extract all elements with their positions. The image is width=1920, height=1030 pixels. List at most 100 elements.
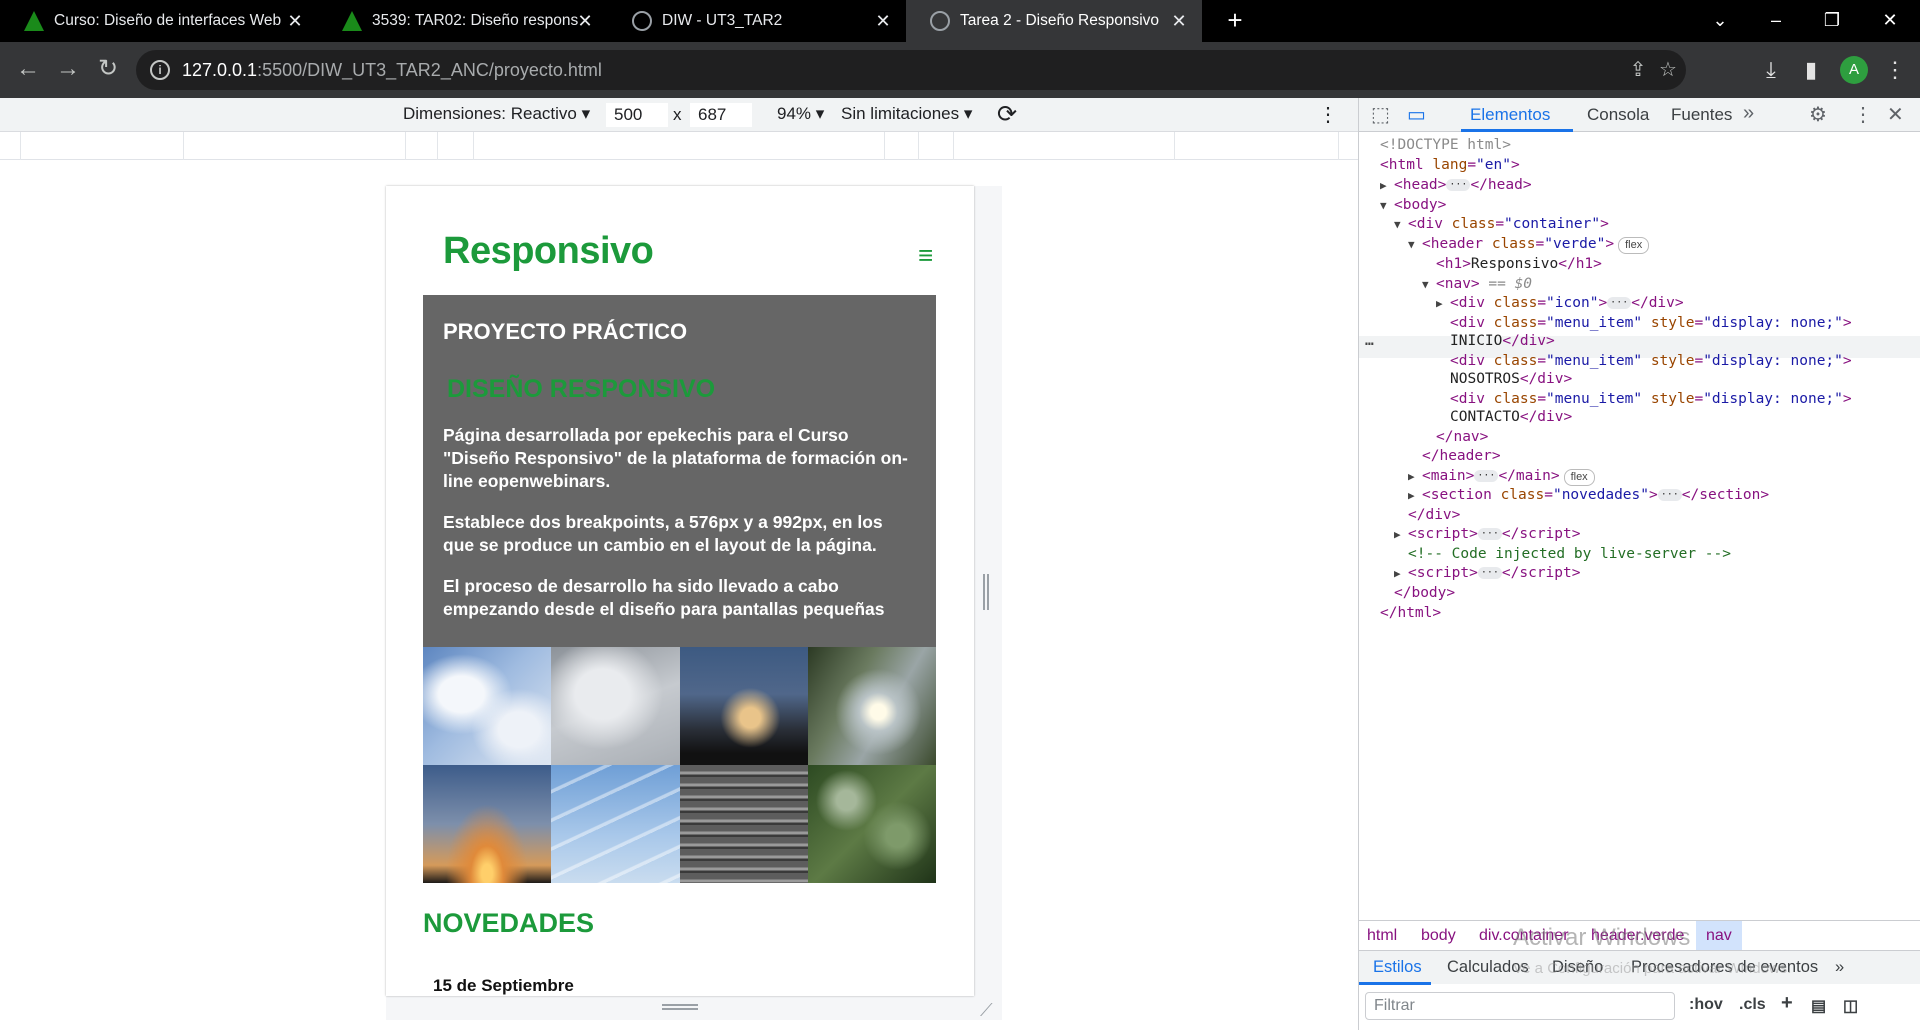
times-sign: x [673,105,682,124]
more-tabs-icon[interactable]: » [1835,958,1844,977]
inspect-icon[interactable]: ⬚ [1371,102,1390,127]
tab-search-icon[interactable]: ⌄ [1692,0,1748,42]
url-host: 127.0.0.1 [182,59,258,80]
tab-strip: Curso: Diseño de interfaces Web ✕ 3539: … [0,0,1920,42]
browser-tab[interactable]: Curso: Diseño de interfaces Web ✕ [0,0,318,42]
row-actions-icon[interactable]: ⋯ [1365,336,1373,352]
dom-node[interactable]: </body> [1394,582,1455,604]
dom-node[interactable]: </html> [1380,602,1441,624]
dom-node[interactable]: NOSOTROS</div> [1450,368,1572,390]
close-icon[interactable]: ✕ [1168,10,1190,32]
more-tabs-icon[interactable]: » [1743,102,1754,125]
device-toolbar: Dimensiones: Reactivo ▾ 500 x 687 94% ▾ … [0,98,1358,132]
dom-node[interactable]: <h1>Responsivo</h1> [1436,253,1602,275]
windows-watermark: Activar Windows [1513,924,1691,951]
dom-val: "display: none;" [1703,315,1843,331]
restore-icon[interactable]: ❐ [1804,0,1860,42]
width-input[interactable]: 500 [606,103,668,127]
dom-node[interactable]: <!DOCTYPE html> [1380,134,1511,156]
photo-gallery [423,647,936,883]
browser-tab[interactable]: 3539: TAR02: Diseño responsivo ✕ [318,0,608,42]
resize-corner-icon[interactable]: ⟋ [980,1000,993,1021]
globe-icon [930,11,950,31]
dom-node[interactable]: <html lang="en"> [1380,154,1520,176]
media-query-ruler[interactable] [0,132,1358,160]
dom-val: "en" [1476,157,1511,173]
tree-sun-photo [807,647,936,765]
dom-tag: <head> [1394,177,1447,193]
menu-icon[interactable]: ⋮ [1880,55,1910,85]
dom-node[interactable]: ▶ <script> ··· </script> [1394,562,1580,584]
stairs-photo [679,765,808,883]
dom-text: CONTACTO [1450,409,1520,425]
hamburger-menu-icon[interactable]: ≡ [918,240,933,271]
more-options-icon[interactable]: ⋮ [1318,102,1338,127]
address-bar[interactable]: i 127.0.0.1:5500/DIW_UT3_TAR2_ANC/proyec… [136,50,1686,90]
dom-node[interactable]: </header> [1422,445,1501,467]
side-panel-icon[interactable]: ▮ [1796,55,1826,85]
tab-fuentes[interactable]: Fuentes [1671,105,1732,125]
avatar[interactable]: A [1840,56,1868,84]
reload-icon[interactable]: ↻ [90,52,126,88]
close-icon[interactable]: ✕ [574,10,596,32]
download-icon[interactable]: ⤓ [1756,55,1786,85]
browser-tab-active[interactable]: Tarea 2 - Diseño Responsivo ✕ [906,0,1202,42]
hov-toggle[interactable]: :hov [1689,996,1723,1014]
styles-filter-input[interactable]: Filtrar [1365,992,1675,1020]
new-tab-button[interactable]: + [1220,6,1250,36]
tab-elementos[interactable]: Elementos [1470,105,1550,125]
throttle-select[interactable]: Sin limitaciones ▾ [841,104,972,124]
add-rule-icon[interactable]: + [1781,992,1793,1015]
settings-gear-icon[interactable]: ⚙ [1809,102,1827,127]
resize-handle-vertical[interactable] [662,1004,698,1010]
dom-node[interactable]: CONTACTO</div> [1450,406,1572,428]
paint-icon[interactable]: ▤ [1811,996,1826,1016]
zoom-select[interactable]: 94% ▾ [777,104,824,124]
breadcrumb-item[interactable]: body [1421,927,1456,945]
share-icon[interactable]: ⇪ [1626,58,1650,82]
rotate-icon[interactable]: ⟳ [997,100,1017,129]
sunset-clouds-photo [679,647,808,765]
height-input[interactable]: 687 [690,103,752,127]
dom-node[interactable]: ▶ <div class="icon"> ··· </div> [1436,292,1684,314]
dom-node[interactable]: INICIO</div> [1450,330,1555,352]
sidebar-toggle-icon[interactable]: ◫ [1843,996,1858,1016]
devtools-menu-icon[interactable]: ⋮ [1853,102,1873,127]
dom-tag: <body> [1394,197,1447,213]
tab-consola[interactable]: Consola [1587,105,1649,125]
page-title: Responsivo [443,230,654,272]
throttle-label: Sin limitaciones [841,104,960,123]
dom-tag: <html [1380,157,1424,173]
hero-paragraph: El proceso de desarrollo ha sido llevado… [443,576,885,619]
device-toggle-icon[interactable]: ▭ [1407,102,1426,127]
minimize-icon[interactable]: – [1748,0,1804,42]
dimensions-select[interactable]: Dimensiones: Reactivo ▾ [403,104,590,124]
breadcrumb-item-selected[interactable]: nav [1696,921,1742,951]
toolbar: ← → ↻ i 127.0.0.1:5500/DIW_UT3_TAR2_ANC/… [0,42,1920,98]
close-devtools-icon[interactable]: ✕ [1887,102,1904,127]
flex-badge[interactable]: flex [1618,237,1650,254]
gray-clouds-photo [551,647,680,765]
dom-node[interactable]: ▶ <section class="novedades"> ··· </section… [1408,484,1769,506]
cls-toggle[interactable]: .cls [1739,996,1766,1014]
back-icon[interactable]: ← [10,52,46,88]
star-icon[interactable]: ☆ [1656,58,1680,82]
window-close-icon[interactable]: ✕ [1862,0,1918,42]
resize-handle-horizontal[interactable] [983,574,989,610]
dom-node[interactable]: ▼ <header class="verde"> flex [1408,233,1650,255]
close-icon[interactable]: ✕ [284,10,306,32]
dom-marker: == $0 [1488,276,1533,292]
dom-val: "display: none;" [1703,391,1843,407]
close-icon[interactable]: ✕ [872,10,894,32]
dom-val: "display: none;" [1703,353,1843,369]
breadcrumb-item[interactable]: html [1367,927,1397,945]
dom-text: Responsivo [1470,256,1559,272]
tab-estilos[interactable]: Estilos [1373,958,1422,977]
browser-tab[interactable]: DIW - UT3_TAR2 ✕ [608,0,906,42]
dom-node[interactable]: ▶ <head> ··· </head> [1380,174,1532,196]
dom-node[interactable]: ▶ <script> ··· </script> [1394,523,1580,545]
dom-node[interactable]: ▼ <div class="container"> [1394,213,1609,235]
sky-clouds-photo [423,647,552,765]
info-icon[interactable]: i [150,60,170,80]
forward-icon[interactable]: → [50,52,86,88]
